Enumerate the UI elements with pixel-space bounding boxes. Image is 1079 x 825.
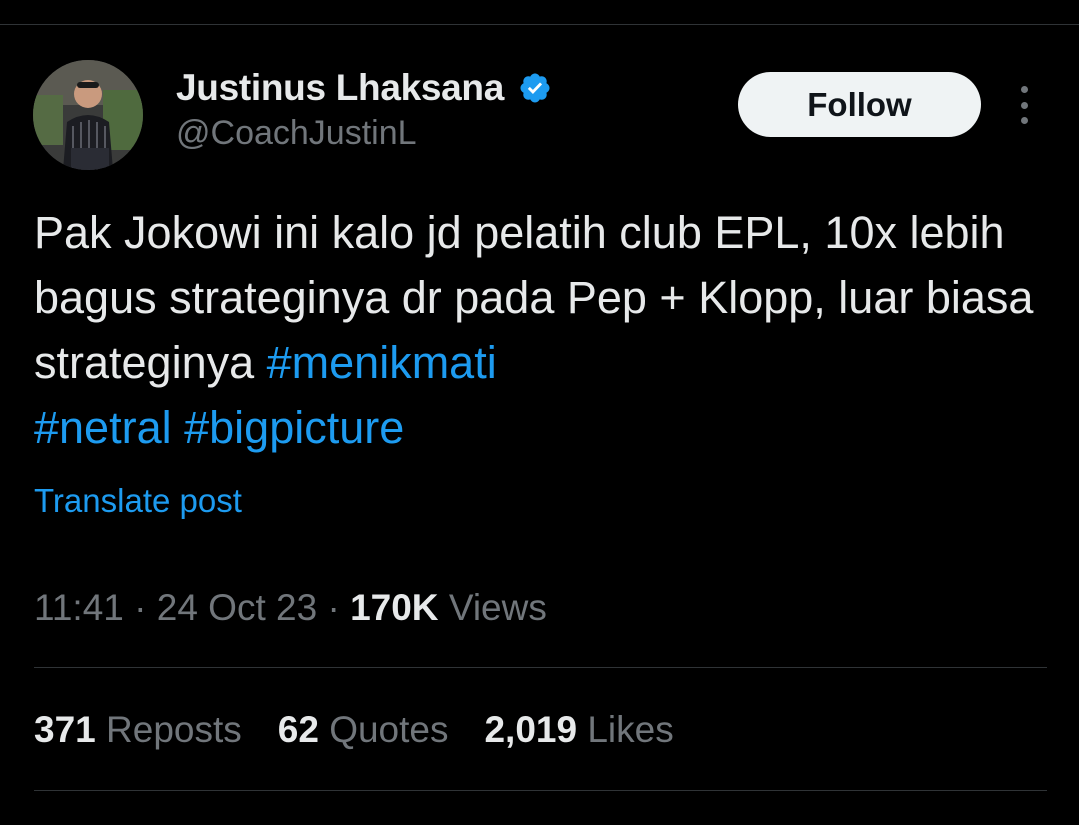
reposts-label: Reposts [106,709,242,750]
views-count[interactable]: 170K [350,587,438,628]
author-name-row: Justinus Lhaksana [176,66,552,110]
top-divider [0,24,1079,25]
reposts-count: 371 [34,709,96,750]
hashtag-link[interactable]: #menikmati [267,337,497,388]
avatar[interactable] [33,60,143,170]
follow-button[interactable]: Follow [738,72,981,137]
tweet-body-text: Pak Jokowi ini kalo jd pelatih club EPL,… [34,207,1034,388]
tweet-text: Pak Jokowi ini kalo jd pelatih club EPL,… [34,200,1034,460]
meta-separator: · [327,587,340,628]
more-dot [1020,86,1028,93]
likes-count: 2,019 [484,709,578,750]
author-handle[interactable]: @CoachJustinL [176,114,417,153]
divider [34,790,1047,791]
avatar-photo [33,60,143,170]
verified-badge-icon[interactable] [518,71,552,105]
divider [34,667,1047,668]
reposts-stat[interactable]: 371 Reposts [34,709,242,751]
more-vertical-icon[interactable] [1013,86,1035,124]
views-label: Views [448,587,547,628]
quotes-count: 62 [277,709,319,750]
tweet-date[interactable]: 24 Oct 23 [157,587,317,628]
quotes-stat[interactable]: 62 Quotes [278,709,449,751]
likes-stat[interactable]: 2,019 Likes [484,709,673,751]
hashtag-link[interactable]: #netral [34,402,172,453]
translate-post-link[interactable]: Translate post [34,482,242,520]
tweet-meta: 11:41 · 24 Oct 23 · 170K Views [34,587,547,629]
author-display-name[interactable]: Justinus Lhaksana [176,67,504,109]
hashtag-link[interactable]: #bigpicture [184,402,404,453]
quotes-label: Quotes [329,709,449,750]
more-dot [1020,101,1028,109]
tweet-stats: 371 Reposts 62 Quotes 2,019 Likes [34,709,710,751]
tweet-time[interactable]: 11:41 [34,587,124,628]
likes-label: Likes [587,709,674,750]
more-dot [1020,117,1028,124]
meta-separator: · [134,587,147,628]
